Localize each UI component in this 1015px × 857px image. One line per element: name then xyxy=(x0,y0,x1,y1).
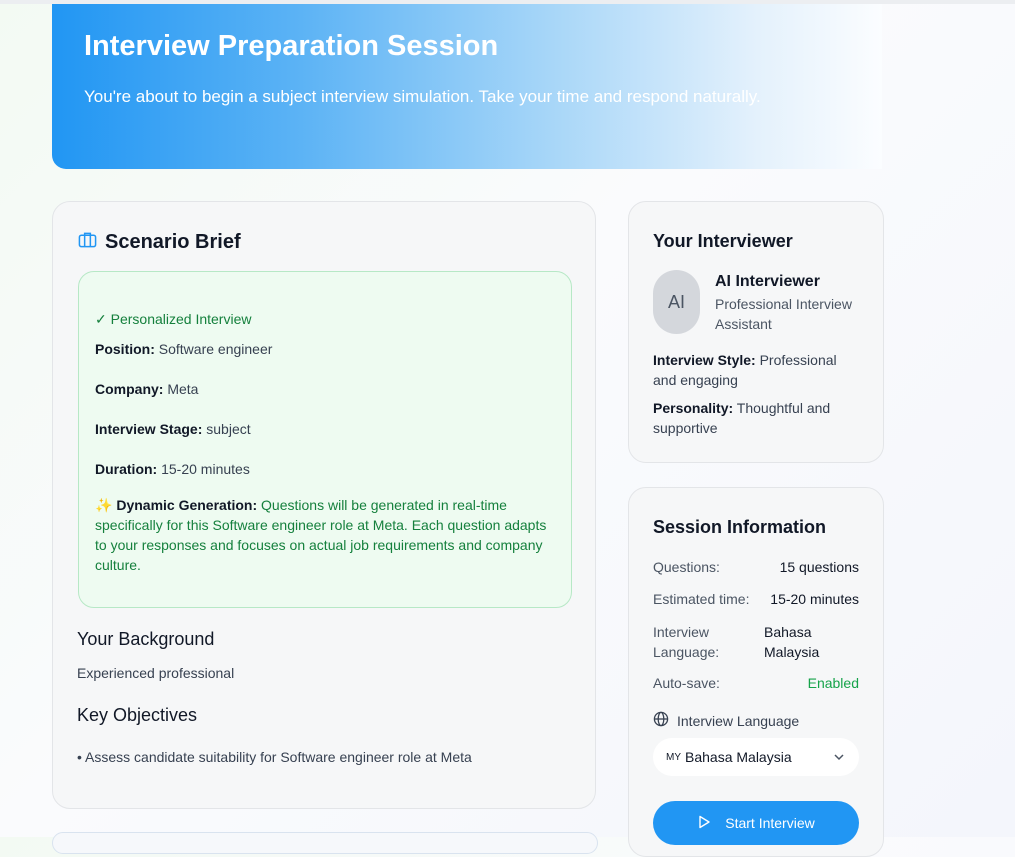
start-interview-button[interactable]: Start Interview xyxy=(653,801,859,845)
next-card-edge xyxy=(52,832,598,854)
interviewer-role: Professional Interview Assistant xyxy=(715,296,852,332)
language-row: Interview Language: Bahasa Malaysia xyxy=(653,624,820,660)
stage-row: Interview Stage: subject xyxy=(95,421,251,437)
status-badge: Enabled xyxy=(807,675,859,691)
interview-style: Interview Style: Professional and engagi… xyxy=(653,352,837,388)
briefcase-icon xyxy=(78,230,97,254)
flag-code: MY xyxy=(666,751,681,763)
personalized-badge: ✓ Personalized Interview xyxy=(95,311,252,327)
autosave-row: Auto-save: Enabled xyxy=(653,675,859,691)
interviewer-heading: Your Interviewer xyxy=(653,231,793,251)
scenario-brief-header: Scenario Brief xyxy=(78,230,241,254)
questions-row: Questions: 15 questions xyxy=(653,559,859,575)
page-title: Interview Preparation Session xyxy=(84,30,499,62)
language-select[interactable]: MY Bahasa Malaysia xyxy=(653,738,859,776)
interviewer-personality: Personality: Thoughtful and supportive xyxy=(653,400,831,436)
avatar: AI xyxy=(653,270,700,334)
sparkle-icon: ✨ xyxy=(95,497,113,513)
estimated-time-row: Estimated time: 15-20 minutes xyxy=(653,591,859,607)
objectives-heading: Key Objectives xyxy=(77,705,198,725)
objective-item: • Assess candidate suitability for Softw… xyxy=(77,749,472,765)
interviewer-card: Your Interviewer AI AI Interviewer Profe… xyxy=(628,201,884,463)
hero-banner: Interview Preparation Session You're abo… xyxy=(52,4,882,169)
play-icon xyxy=(697,815,711,832)
chevron-down-icon xyxy=(833,750,845,766)
duration-row: Duration: 15-20 minutes xyxy=(95,461,250,477)
language-select-value: Bahasa Malaysia xyxy=(685,749,792,765)
page-subtitle: You're about to begin a subject intervie… xyxy=(84,87,761,106)
interviewer-name: AI Interviewer xyxy=(715,273,820,290)
company-row: Company: Meta xyxy=(95,381,199,397)
session-info-heading: Session Information xyxy=(653,517,827,537)
session-info-card: Session Information Questions: 15 questio… xyxy=(628,487,884,857)
position-row: Position: Software engineer xyxy=(95,341,273,357)
scenario-brief-card: Scenario Brief ✓ Personalized Interview … xyxy=(52,201,596,809)
scenario-brief-title: Scenario Brief xyxy=(105,230,241,253)
language-select-label: Interview Language xyxy=(653,711,799,730)
globe-icon xyxy=(653,711,669,730)
background-text: Experienced professional xyxy=(77,665,235,681)
scenario-details-box: ✓ Personalized Interview Position: Softw… xyxy=(78,271,572,608)
background-heading: Your Background xyxy=(77,629,215,649)
dynamic-generation-note: ✨ Dynamic Generation: Questions will be … xyxy=(95,497,547,573)
